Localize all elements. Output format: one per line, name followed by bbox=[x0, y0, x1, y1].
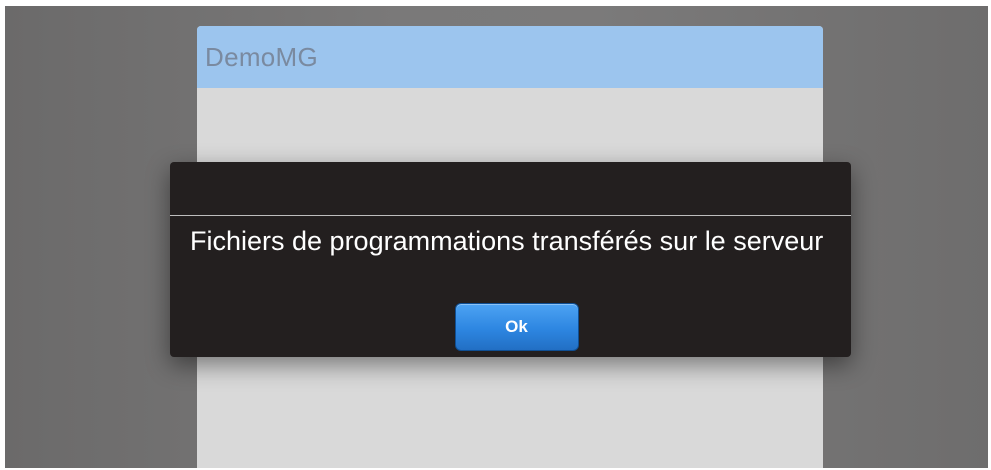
app-header: DemoMG bbox=[197, 26, 823, 88]
dialog-actions: Ok bbox=[170, 303, 851, 351]
app-title: DemoMG bbox=[205, 41, 319, 72]
dialog-header bbox=[170, 162, 851, 216]
dialog-message: Fichiers de programmations transférés su… bbox=[190, 226, 824, 256]
alert-dialog: Fichiers de programmations transférés su… bbox=[170, 162, 851, 357]
screen-backdrop: DemoMG Fichiers de programmations transf… bbox=[5, 6, 988, 468]
ok-button[interactable]: Ok bbox=[454, 303, 579, 351]
